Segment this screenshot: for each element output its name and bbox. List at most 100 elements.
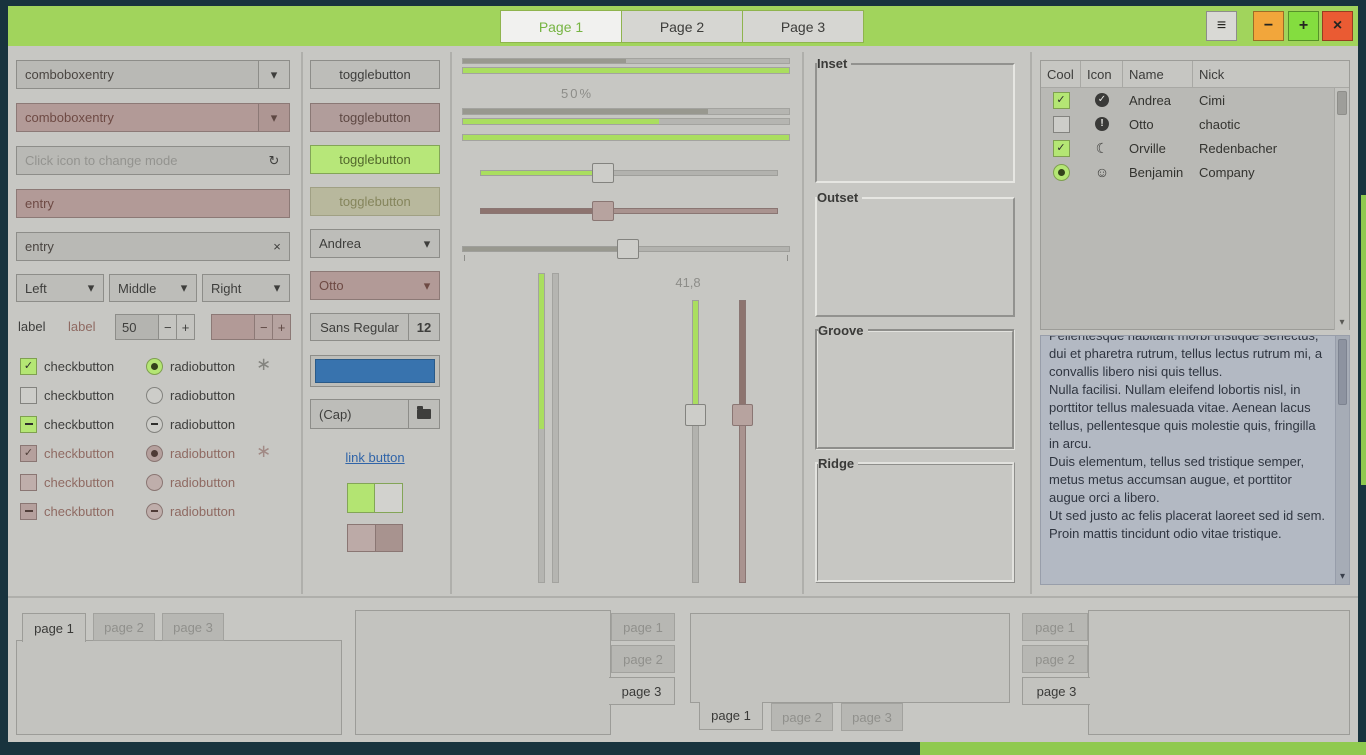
togglebutton-normal[interactable]: togglebutton: [310, 60, 440, 89]
togglebutton-pressed[interactable]: togglebutton: [310, 103, 440, 132]
scrollbar-thumb[interactable]: [1337, 91, 1347, 115]
radio-icon[interactable]: [146, 358, 163, 375]
comboboxentry-text[interactable]: comboboxentry: [17, 61, 258, 88]
color-button[interactable]: [310, 355, 440, 387]
pane-separator[interactable]: [450, 52, 452, 594]
column-header-nick[interactable]: Nick: [1193, 61, 1335, 87]
tab-page1[interactable]: page 1: [611, 613, 675, 641]
font-size[interactable]: 12: [408, 313, 440, 341]
pane-separator[interactable]: [301, 52, 303, 594]
tab-page3[interactable]: page 3: [162, 613, 224, 641]
table-row[interactable]: ☺ Benjamin Company: [1041, 160, 1334, 184]
titlebar-tab-label: Page 1: [539, 19, 583, 35]
font-name[interactable]: Sans Regular: [310, 313, 408, 341]
tab-page2[interactable]: page 2: [93, 613, 155, 641]
radio-icon[interactable]: [146, 416, 163, 433]
font-button[interactable]: Sans Regular 12: [310, 313, 440, 341]
checkbox-icon[interactable]: ✓: [20, 358, 37, 375]
column-header-name[interactable]: Name: [1123, 61, 1193, 87]
dropdown-left[interactable]: Left ▾: [16, 274, 104, 302]
tab-page3-active[interactable]: page 3: [1022, 677, 1090, 705]
link-label[interactable]: link button: [345, 450, 404, 465]
spin-value[interactable]: 50: [116, 315, 158, 339]
frame-groove: Groove: [815, 323, 1015, 450]
file-chooser-button[interactable]: (Cap): [310, 399, 440, 429]
scroll-down-icon[interactable]: ▾: [1335, 317, 1349, 328]
checkbox-icon[interactable]: [1053, 116, 1070, 133]
checkbox-icon[interactable]: ✓: [1053, 140, 1070, 157]
minimize-button[interactable]: −: [1253, 11, 1284, 41]
tab-page1[interactable]: page 1: [1022, 613, 1088, 641]
entry-with-clear[interactable]: entry ×: [16, 232, 290, 261]
comboboxentry[interactable]: comboboxentry ▾: [16, 60, 290, 89]
tab-label: page 3: [622, 684, 662, 699]
checkbutton-unchecked[interactable]: checkbutton: [20, 384, 114, 406]
tab-page2[interactable]: page 2: [611, 645, 675, 673]
radio-icon: [146, 474, 163, 491]
dropdown-middle[interactable]: Middle ▾: [109, 274, 197, 302]
checkbox-icon[interactable]: [20, 416, 37, 433]
file-name[interactable]: (Cap): [310, 399, 408, 429]
dropdown-button[interactable]: ▾: [258, 61, 289, 88]
titlebar-tab-page3[interactable]: Page 3: [743, 10, 864, 43]
tab-page1-active[interactable]: page 1: [699, 702, 763, 730]
tab-page3-active[interactable]: page 3: [609, 677, 675, 705]
column-header-icon[interactable]: Icon: [1081, 61, 1123, 87]
entry-text[interactable]: entry: [17, 233, 265, 260]
checkbutton-mixed[interactable]: checkbutton: [20, 413, 114, 435]
close-button[interactable]: ×: [1322, 11, 1353, 41]
titlebar-tab-page1[interactable]: Page 1: [500, 10, 622, 43]
checkbutton-checked[interactable]: ✓ checkbutton: [20, 355, 114, 377]
folder-button[interactable]: [408, 399, 440, 429]
togglebutton-active[interactable]: togglebutton: [310, 145, 440, 174]
clear-icon[interactable]: ×: [265, 233, 289, 260]
tab-page2[interactable]: page 2: [771, 703, 833, 731]
vertical-scrollbar[interactable]: ▾: [1335, 336, 1349, 584]
spin-minus-button[interactable]: −: [158, 315, 176, 339]
hscale-handle[interactable]: [617, 239, 639, 259]
checkbox-icon[interactable]: ✓: [1053, 92, 1070, 109]
icon-mode-entry[interactable]: Click icon to change mode ↻: [16, 146, 290, 175]
table-row[interactable]: ✓ ☾ Orville Redenbacher: [1041, 136, 1334, 160]
switch-on[interactable]: [347, 483, 403, 513]
textview-content[interactable]: Pellentesque habitant morbi tristique se…: [1041, 336, 1335, 584]
tab-page2[interactable]: page 2: [1022, 645, 1088, 673]
radio-icon[interactable]: [146, 387, 163, 404]
spinbutton[interactable]: 50 − +: [115, 314, 195, 340]
checkbox-icon[interactable]: [20, 387, 37, 404]
tab-page1-active[interactable]: page 1: [22, 613, 86, 642]
menu-button[interactable]: ≡: [1206, 11, 1237, 41]
dropdown-right[interactable]: Right ▾: [202, 274, 290, 302]
scrollbar-thumb[interactable]: [1338, 339, 1347, 405]
column-header-cool[interactable]: Cool: [1041, 61, 1081, 87]
table-row[interactable]: ✓ ✓ Andrea Cimi: [1041, 88, 1334, 112]
hscale-handle[interactable]: [592, 163, 614, 183]
refresh-icon[interactable]: ↻: [259, 147, 289, 174]
hscale-trough[interactable]: [480, 170, 778, 176]
tab-page3[interactable]: page 3: [841, 703, 903, 731]
radio-icon[interactable]: [1053, 164, 1070, 181]
maximize-button[interactable]: +: [1288, 11, 1319, 41]
link-button[interactable]: link button: [310, 450, 440, 465]
chevron-down-icon: ▾: [79, 280, 103, 296]
radiobutton-mixed[interactable]: radiobutton: [146, 413, 235, 435]
scroll-down-icon[interactable]: ▾: [1336, 571, 1349, 582]
vertical-scrollbar[interactable]: ▾: [1334, 88, 1349, 330]
vscale-handle[interactable]: [685, 404, 706, 426]
switch-handle[interactable]: [374, 484, 402, 512]
pane-separator[interactable]: [802, 52, 804, 594]
titlebar[interactable]: Page 1 Page 2 Page 3 ≡ − + ×: [8, 6, 1358, 46]
checkbutton-label: checkbutton: [44, 359, 114, 374]
checkbutton-mixed-insensitive: checkbutton: [20, 500, 114, 522]
table-row[interactable]: ! Otto chaotic: [1041, 112, 1334, 136]
radiobutton-unselected[interactable]: radiobutton: [146, 384, 235, 406]
vscale-trough[interactable]: [692, 300, 699, 583]
pane-separator[interactable]: [8, 596, 1358, 598]
textview[interactable]: Pellentesque habitant morbi tristique se…: [1040, 335, 1350, 585]
pane-separator[interactable]: [1030, 52, 1032, 594]
combobox-andrea[interactable]: Andrea ▾: [310, 229, 440, 258]
entry-placeholder[interactable]: Click icon to change mode: [17, 147, 259, 174]
radiobutton-selected[interactable]: radiobutton: [146, 355, 235, 377]
titlebar-tab-page2[interactable]: Page 2: [622, 10, 743, 43]
spin-plus-button[interactable]: +: [176, 315, 194, 339]
